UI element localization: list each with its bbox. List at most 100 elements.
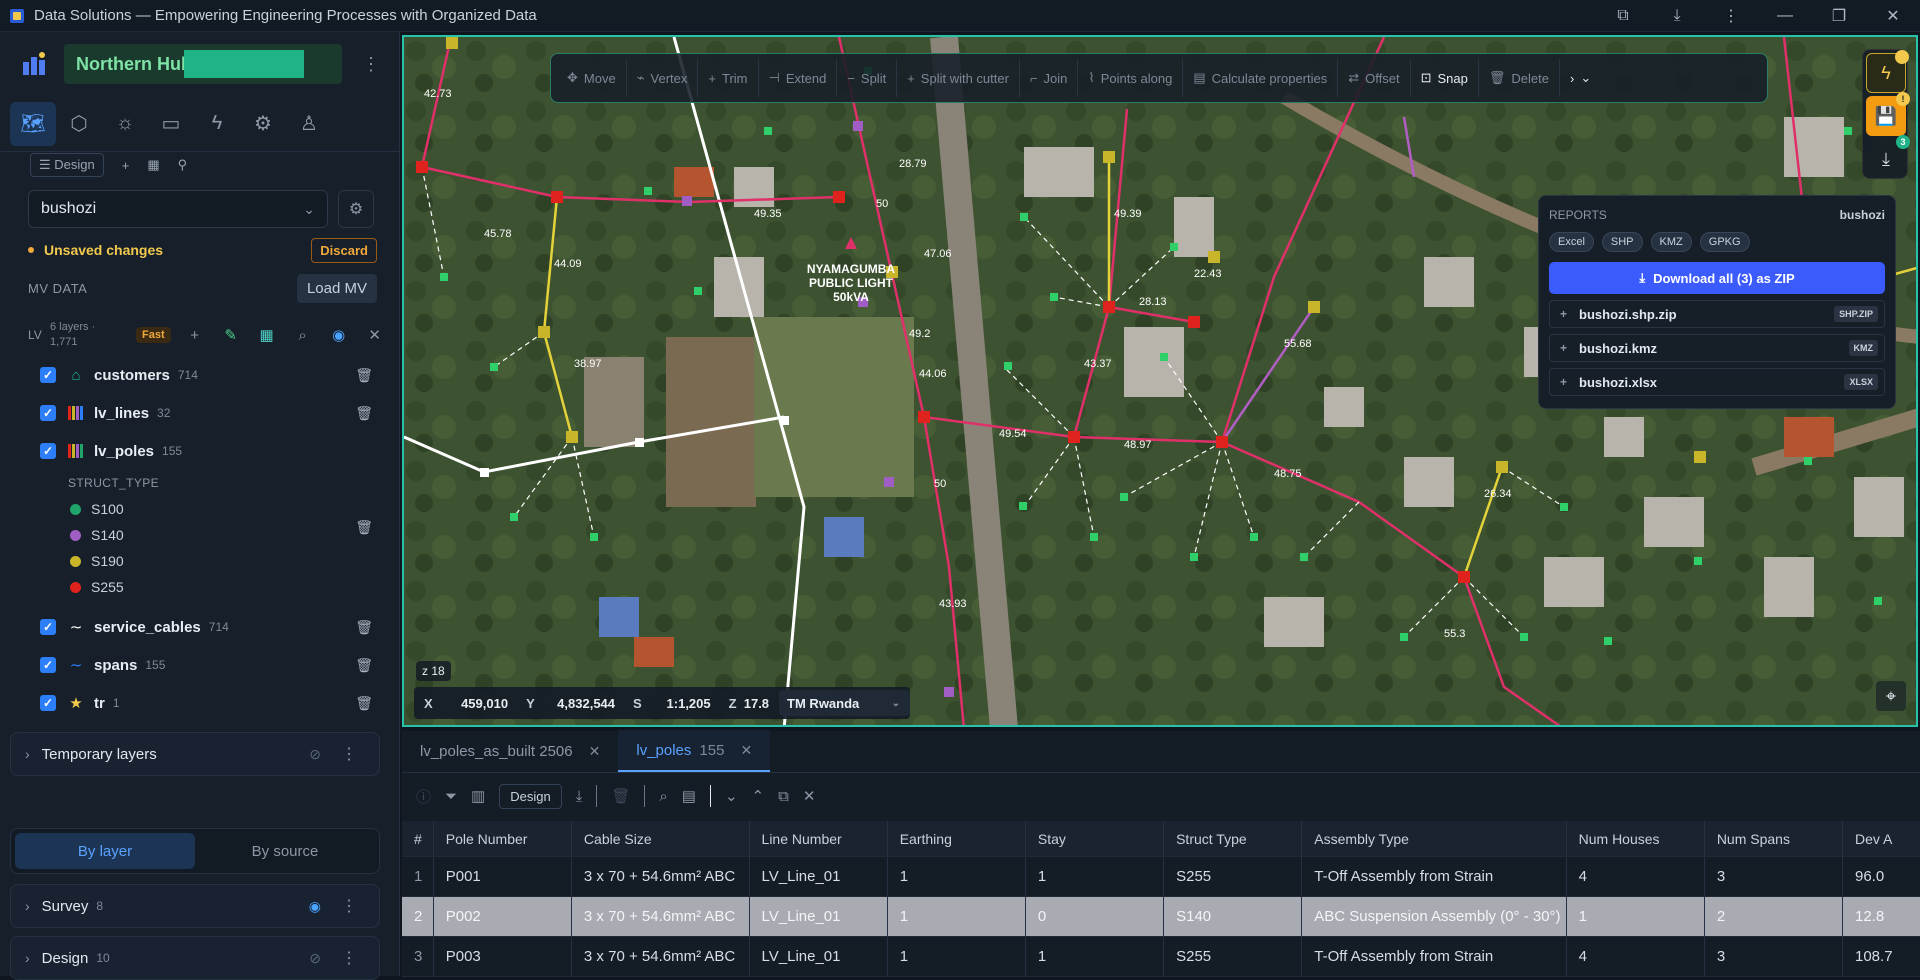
sun-tab-icon[interactable]: ☼ — [102, 102, 148, 146]
tool-snap[interactable]: ⊡ Snap — [1411, 59, 1479, 97]
more-vert-icon[interactable]: ⋮ — [1704, 0, 1758, 32]
table-row[interactable]: 1 P001 3 x 70 + 54.6mm² ABC LV_Line_01 1… — [402, 857, 1920, 897]
column-header[interactable]: Dev A — [1843, 821, 1920, 856]
tool-extend[interactable]: ⊣ Extend — [759, 59, 838, 97]
eye-off-icon[interactable]: ⊘ — [309, 950, 321, 967]
layer-checkbox[interactable]: ✓ — [40, 657, 56, 673]
by-layer-toggle[interactable]: By layer — [15, 833, 195, 869]
tool-delete[interactable]: 🗑 Delete — [1479, 59, 1560, 97]
tool-vertex[interactable]: ⌁ Vertex — [627, 59, 699, 97]
tool-offset[interactable]: ⇄ Offset — [1338, 59, 1411, 97]
layer-checkbox[interactable]: ✓ — [40, 695, 56, 711]
add-icon[interactable]: + — [183, 327, 207, 344]
column-header[interactable]: Cable Size — [572, 821, 750, 856]
by-source-toggle[interactable]: By source — [195, 833, 375, 869]
filter-icon[interactable]: ⏷ — [445, 788, 457, 805]
close-icon[interactable]: ✕ — [740, 742, 752, 759]
trash-icon[interactable]: 🗑 — [355, 657, 373, 674]
format-shp[interactable]: SHP — [1601, 232, 1643, 252]
eye-icon[interactable]: ◉ — [309, 898, 321, 915]
folder-tab-icon[interactable]: ▭ — [148, 102, 194, 146]
file-row[interactable]: + bushozi.kmz KMZ — [1549, 334, 1885, 362]
trash-icon[interactable]: 🗑 — [355, 695, 373, 712]
minimize-button[interactable]: — — [1758, 0, 1812, 32]
tool-move[interactable]: ✥ Move — [557, 59, 627, 97]
design-mode-chip[interactable]: ☰ Design — [30, 153, 104, 177]
more-vert-icon[interactable]: ⋮ — [341, 896, 357, 916]
locate-icon[interactable]: ⌖ — [1876, 681, 1906, 711]
eye-icon[interactable]: ◉ — [327, 326, 351, 344]
layer-spans[interactable]: ✓ ∼ spans 155 🗑 — [0, 646, 399, 684]
zoom-to-icon[interactable]: ⌕ — [659, 788, 667, 805]
hub-selector[interactable]: Northern Hub — [64, 44, 342, 84]
layer-checkbox[interactable]: ✓ — [40, 619, 56, 635]
temporary-layers-panel[interactable]: › Temporary layers ⊘ ⋮ — [10, 732, 380, 776]
discard-button[interactable]: Discard — [311, 237, 377, 263]
close-icon[interactable]: ✕ — [589, 743, 601, 760]
tool-points-along[interactable]: ⌇ Points along — [1078, 59, 1184, 97]
column-header[interactable]: Earthing — [888, 821, 1026, 856]
download-all-button[interactable]: ⤓ Download all (3) as ZIP — [1549, 262, 1885, 294]
maximize-button[interactable]: ❐ — [1812, 0, 1866, 32]
design-group[interactable]: › Design 10 ⊘ ⋮ — [10, 936, 380, 980]
table-icon[interactable]: ▦ — [255, 326, 279, 344]
more-vert-icon[interactable]: ⋮ — [341, 744, 357, 764]
tool-calc-props[interactable]: ▤ Calculate properties — [1183, 59, 1339, 97]
toolbar-more-button[interactable]: › ⌄ — [1560, 59, 1601, 97]
format-excel[interactable]: Excel — [1549, 232, 1594, 252]
map-tab-icon[interactable]: 🗺 — [10, 101, 56, 146]
tool-trim[interactable]: + Trim — [698, 59, 759, 97]
install-icon[interactable]: ⤓ — [1650, 0, 1704, 32]
tool-split[interactable]: − Split — [837, 59, 898, 97]
trash-icon[interactable]: 🗑 — [355, 619, 373, 636]
load-mv-button[interactable]: Load MV — [296, 273, 377, 303]
trash-icon[interactable]: 🗑 — [611, 787, 630, 805]
tool-join[interactable]: ⌐ Join — [1020, 59, 1079, 97]
info-icon[interactable]: ⓘ — [416, 786, 431, 807]
close-button[interactable]: ✕ — [1866, 0, 1920, 32]
layer-lv-poles[interactable]: ✓ lv_poles 155 — [0, 432, 399, 470]
column-header[interactable]: Stay — [1026, 821, 1165, 856]
tab-lv-poles[interactable]: lv_poles 155 ✕ — [618, 730, 771, 772]
table-row-selected[interactable]: 2 P002 3 x 70 + 54.6mm² ABC LV_Line_01 1… — [402, 897, 1920, 937]
layout-icon[interactable]: ▦ — [147, 157, 159, 173]
user-tab-icon[interactable]: ♙ — [286, 102, 332, 146]
project-settings-icon[interactable]: ⚙ — [338, 190, 374, 228]
layer-tr[interactable]: ✓ ★ tr 1 🗑 — [0, 684, 399, 722]
trash-icon[interactable]: 🗑 — [355, 367, 373, 384]
settings-tab-icon[interactable]: ⚙ — [240, 102, 286, 146]
bolt-tab-icon[interactable]: ϟ — [194, 102, 240, 146]
lightning-icon[interactable]: ϟ — [1866, 50, 1909, 93]
trash-icon[interactable]: 🗑 — [355, 405, 373, 422]
more-vert-icon[interactable]: ⋮ — [341, 948, 357, 968]
layer-service-cables[interactable]: ✓ ∼ service_cables 714 🗑 — [0, 608, 399, 646]
edit-icon[interactable]: ✎ — [219, 326, 243, 344]
close-icon[interactable]: ✕ — [363, 326, 387, 344]
column-header[interactable]: Num Houses — [1567, 821, 1705, 856]
file-row[interactable]: + bushozi.shp.zip SHP.ZIP — [1549, 300, 1885, 328]
cube-tab-icon[interactable]: ⬡ — [56, 102, 102, 146]
format-gpkg[interactable]: GPKG — [1699, 232, 1750, 252]
crs-select[interactable]: TM Rwanda ⌄ — [779, 690, 910, 716]
layer-checkbox[interactable]: ✓ — [40, 405, 56, 421]
extensions-icon[interactable]: ⧉ — [1596, 0, 1650, 32]
pin-icon[interactable]: ⚲ — [178, 157, 188, 173]
tool-split-cutter[interactable]: + Split with cutter — [897, 59, 1020, 97]
layer-lv-lines[interactable]: ✓ lv_lines 32 🗑 — [0, 394, 399, 432]
column-header[interactable]: Struct Type — [1164, 821, 1303, 856]
calculator-icon[interactable]: ▤ — [682, 787, 696, 805]
trash-icon[interactable]: 🗑 — [355, 519, 373, 536]
add-icon[interactable]: + — [122, 158, 130, 173]
column-header[interactable]: # — [402, 821, 434, 856]
eye-off-icon[interactable]: ⊘ — [309, 746, 321, 763]
column-header[interactable]: Pole Number — [434, 821, 572, 856]
column-header[interactable]: Assembly Type — [1302, 821, 1567, 856]
external-link-icon[interactable]: ⧉ — [778, 788, 789, 805]
column-header[interactable]: Num Spans — [1705, 821, 1843, 856]
layer-checkbox[interactable]: ✓ — [40, 443, 56, 459]
design-chip[interactable]: Design — [499, 783, 562, 809]
table-row[interactable]: 3 P003 3 x 70 + 54.6mm² ABC LV_Line_01 1… — [402, 937, 1920, 977]
map-view[interactable]: 42.73 45.78 49.35 44.09 38.97 47.06 28.7… — [402, 35, 1918, 727]
columns-icon[interactable]: ▥ — [471, 787, 485, 805]
chevron-up-icon[interactable]: ⌃ — [752, 787, 765, 805]
